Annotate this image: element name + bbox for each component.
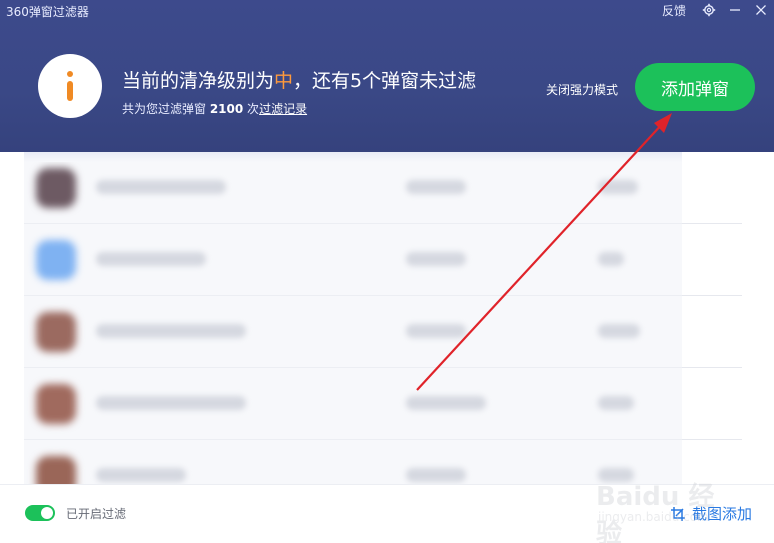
item-name-blurred <box>96 468 186 482</box>
list-item[interactable] <box>24 440 682 484</box>
filtered-count: 2100 <box>209 102 244 116</box>
item-type-blurred <box>406 324 466 338</box>
list-top-shadow <box>24 152 682 162</box>
app-icon <box>36 456 76 484</box>
item-count-blurred <box>598 324 640 338</box>
item-name-blurred <box>96 252 206 266</box>
item-count-blurred <box>598 396 634 410</box>
crop-icon <box>670 506 686 522</box>
stats-mid: 次 <box>243 102 260 116</box>
screenshot-add-label: 截图添加 <box>692 505 753 523</box>
stats-prefix: 共为您过滤弹窗 <box>122 102 210 116</box>
screenshot-add-button[interactable]: 截图添加 <box>670 503 752 524</box>
app-icon <box>36 384 76 424</box>
popup-list-blurred <box>24 152 682 484</box>
info-icon <box>38 54 102 118</box>
item-type-blurred <box>406 180 466 194</box>
divider <box>682 295 742 296</box>
status-prefix: 当前的清净级别为 <box>122 70 275 92</box>
list-item[interactable] <box>24 296 682 368</box>
filter-status-text: 当前的清净级别为中，还有5个弹窗未过滤 <box>122 66 476 93</box>
footer-bar: 已开启过滤 截图添加 <box>0 484 774 543</box>
window-controls: 反馈 <box>662 0 774 20</box>
item-type-blurred <box>406 468 466 482</box>
app-icon <box>36 240 76 280</box>
clean-level-value: 中 <box>274 70 294 92</box>
app-icon <box>36 168 76 208</box>
item-type-blurred <box>406 396 486 410</box>
item-name-blurred <box>96 324 246 338</box>
app-title: 360弹窗过滤器 <box>6 5 89 19</box>
gear-icon[interactable] <box>696 0 722 20</box>
list-item[interactable] <box>24 368 682 440</box>
status-suffix: ，还有5个弹窗未过滤 <box>293 70 477 92</box>
filter-toggle[interactable] <box>25 505 55 521</box>
header-bar: 360弹窗过滤器 反馈 当前的清净级别为中，还有5个弹窗未过滤 共为您过滤弹窗 … <box>0 0 774 152</box>
divider <box>682 439 742 440</box>
divider <box>682 223 742 224</box>
toggle-knob <box>41 507 53 519</box>
item-count-blurred <box>598 468 634 482</box>
item-count-blurred <box>598 180 638 194</box>
app-icon <box>36 312 76 352</box>
close-icon[interactable] <box>748 0 774 20</box>
filter-history-link[interactable]: 过滤记录 <box>259 102 307 116</box>
popup-list <box>0 152 774 484</box>
divider <box>682 367 742 368</box>
item-name-blurred <box>96 396 246 410</box>
item-name-blurred <box>96 180 226 194</box>
minimize-icon[interactable] <box>722 0 748 20</box>
list-item[interactable] <box>24 152 682 224</box>
item-count-blurred <box>598 252 624 266</box>
filter-status-label: 已开启过滤 <box>66 507 127 521</box>
filter-stats-text: 共为您过滤弹窗 2100 次过滤记录 <box>122 100 307 117</box>
list-item[interactable] <box>24 224 682 296</box>
disable-strong-mode-link[interactable]: 关闭强力模式 <box>546 81 618 98</box>
add-popup-button[interactable]: 添加弹窗 <box>635 63 755 111</box>
item-type-blurred <box>406 252 466 266</box>
feedback-link[interactable]: 反馈 <box>662 2 686 19</box>
